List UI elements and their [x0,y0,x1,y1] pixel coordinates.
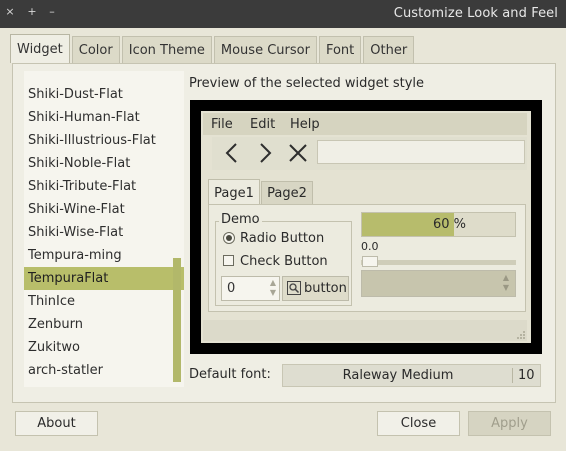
minimize-window-icon[interactable]: – [46,5,58,18]
spin-value: 0 [227,281,236,296]
theme-list-item[interactable]: arch-statler [24,359,184,382]
preview-text-entry[interactable] [317,140,525,164]
progress-bar: 60 % [361,212,516,237]
spin-arrows-icon[interactable]: ▲ ▼ [270,278,276,298]
combo-arrows-icon: ▲ ▼ [502,273,509,292]
preview-label: Preview of the selected widget style [189,76,425,91]
close-x-icon[interactable] [286,139,310,167]
check-button-label[interactable]: Check Button [240,254,328,269]
theme-list-item[interactable]: Shiki-Dust-Flat [24,83,184,106]
theme-list-item[interactable]: Shiki-Wine-Flat [24,198,184,221]
tab-widget[interactable]: Widget [10,34,70,63]
theme-list-item-selected[interactable]: TempuraFlat [24,267,184,290]
tab-icon-theme[interactable]: Icon Theme [121,36,212,63]
tab-mouse-cursor[interactable]: Mouse Cursor [213,36,317,63]
theme-list-item[interactable]: Zenburn [24,313,184,336]
maximize-window-icon[interactable]: + [26,5,38,18]
menu-edit[interactable]: Edit [250,117,275,132]
menu-file[interactable]: File [211,117,233,132]
tab-font[interactable]: Font [318,36,362,63]
theme-list-item[interactable]: Shiki-Wise-Flat [24,221,184,244]
theme-list-item[interactable]: Zukitwo [24,336,184,359]
close-button[interactable]: Close [377,411,460,436]
scale-value: 0.0 [361,240,379,253]
apply-button[interactable]: Apply [468,411,551,436]
theme-list-item[interactable]: Shiki-Human-Flat [24,106,184,129]
back-arrow-icon[interactable] [220,139,244,167]
preview-tab-page2[interactable]: Page2 [261,181,313,204]
about-button[interactable]: About [15,411,98,436]
forward-arrow-icon[interactable] [253,139,277,167]
preview-combo-box[interactable]: ▲ ▼ [361,270,516,297]
preview-menubar: File Edit Help [203,113,527,135]
theme-list-scrollbar[interactable] [173,258,181,382]
theme-list[interactable]: Shiki-Dust-Flat Shiki-Human-Flat Shiki-I… [24,71,184,387]
theme-list-item[interactable]: Shiki-Illustrious-Flat [24,129,184,152]
radio-button-icon[interactable] [223,232,235,244]
tab-color[interactable]: Color [71,36,120,63]
theme-list-item[interactable]: Shiki-Tribute-Flat [24,175,184,198]
font-size: 10 [518,368,535,383]
check-button-icon[interactable] [223,255,234,266]
radio-button-label[interactable]: Radio Button [240,231,324,246]
theme-list-item[interactable]: Tempura-ming [24,244,184,267]
search-icon [287,281,301,295]
font-chooser-button[interactable]: Raleway Medium 10 [282,364,541,387]
default-font-label: Default font: [189,367,271,382]
spin-button[interactable]: 0 ▲ ▼ [221,276,280,301]
scale-trough[interactable] [361,260,516,265]
close-window-icon[interactable]: × [4,5,16,18]
tab-other[interactable]: Other [363,36,415,63]
preview-button[interactable]: button [282,276,349,301]
preview-statusbar [203,320,527,341]
theme-list-item[interactable]: Shiki-Noble-Flat [24,152,184,175]
preview-tab-page1[interactable]: Page1 [208,179,260,206]
window-title: Customize Look and Feel [393,6,558,21]
resize-grip-icon[interactable] [516,330,526,340]
theme-list-item[interactable]: ThinIce [24,290,184,313]
progress-text: 60 % [432,217,467,232]
menu-help[interactable]: Help [290,117,320,132]
scale-handle[interactable] [362,256,378,267]
font-name: Raleway Medium [342,368,454,383]
font-size-divider [512,368,513,383]
title-bar: × + – Customize Look and Feel [0,0,566,28]
demo-legend: Demo [219,212,262,227]
tab-bar: Widget Color Icon Theme Mouse Cursor Fon… [10,34,416,64]
preview-button-label: button [304,281,347,296]
